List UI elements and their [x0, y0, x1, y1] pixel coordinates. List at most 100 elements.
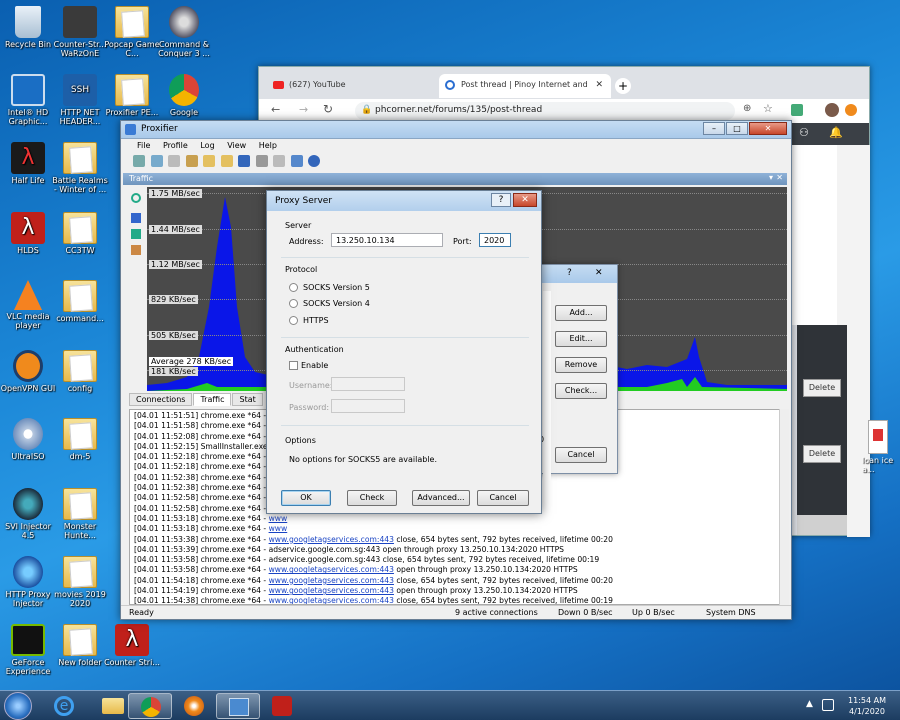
log-link[interactable]: www.googletagservices.com:443 — [269, 586, 394, 595]
extension-icon[interactable] — [791, 104, 803, 116]
desktop-icon-movies[interactable]: movies 2019 2020 — [52, 556, 108, 608]
update-icon[interactable] — [845, 104, 857, 116]
close-tab-icon[interactable]: ✕ — [595, 80, 603, 90]
panel-close-icon[interactable]: ✕ — [776, 173, 783, 182]
desktop-icon-vlc[interactable]: VLC media player — [0, 280, 56, 330]
check-proxy-button[interactable]: Check... — [555, 383, 607, 399]
tab-youtube[interactable]: (627) YouTube — [267, 74, 439, 98]
taskbar-media[interactable] — [172, 693, 216, 719]
log-scrollbar[interactable] — [779, 409, 789, 605]
graph-series-icon[interactable] — [131, 229, 141, 239]
graph-settings-icon[interactable] — [131, 213, 141, 223]
desktop-icon-intel[interactable]: Intel® HD Graphic... — [0, 74, 56, 126]
reload-icon[interactable]: ↻ — [323, 102, 333, 116]
taskbar-acrobat[interactable] — [260, 693, 304, 719]
graph-scale-icon[interactable] — [131, 245, 141, 255]
tab-post-thread[interactable]: Post thread | Pinoy Internet and ✕ — [439, 74, 611, 98]
cancel-button[interactable]: Cancel — [555, 447, 607, 463]
desktop-icon-geforce[interactable]: GeForce Experience — [0, 624, 56, 676]
desktop-icon-half-life[interactable]: λ Half Life — [0, 142, 56, 185]
start-button[interactable] — [4, 692, 32, 720]
enable-auth-checkbox[interactable] — [289, 361, 298, 370]
maximize-button[interactable]: □ — [726, 122, 748, 135]
zoom-icon[interactable]: ⊕ — [743, 103, 751, 114]
desktop-icon-config[interactable]: config — [52, 350, 108, 393]
cancel-button[interactable]: Cancel — [477, 490, 529, 506]
delete-button[interactable]: Delete — [803, 379, 841, 397]
log-link[interactable]: www.googletagservices.com:443 — [269, 535, 394, 544]
remove-proxy-button[interactable]: Remove — [555, 357, 607, 373]
bookmark-star-icon[interactable]: ☆ — [763, 102, 773, 115]
proxy-servers-icon[interactable] — [185, 155, 198, 167]
help-button[interactable]: ? — [491, 193, 511, 207]
address-input[interactable]: 13.250.10.134 — [331, 233, 443, 247]
desktop-icon-http-proxy-injector[interactable]: HTTP Proxy Injector — [0, 556, 56, 608]
help-icon[interactable] — [308, 155, 321, 167]
username-input[interactable] — [331, 377, 405, 391]
profile-avatar-icon[interactable] — [825, 103, 839, 117]
desktop-icon-http-net-header[interactable]: SSH HTTP NET HEADER... — [52, 74, 108, 126]
password-input[interactable] — [331, 399, 405, 413]
traffic-tool-icon[interactable] — [150, 155, 163, 167]
print-icon[interactable] — [273, 155, 286, 167]
desktop-icon-ultraiso[interactable]: UltraISO — [0, 418, 56, 461]
desktop-icon-command-conquer[interactable]: Command & Conquer 3 ... — [156, 6, 212, 58]
desktop-icon-popcap[interactable]: Popcap Game C... — [104, 6, 160, 58]
desktop-icon-cc3tw[interactable]: CC3TW — [52, 212, 108, 255]
advanced-button[interactable]: Advanced... — [412, 490, 470, 506]
delete-button[interactable]: Delete — [803, 445, 841, 463]
log-link[interactable]: www.googletagservices.com:443 — [269, 565, 394, 574]
desktop-icon-new-folder[interactable]: New folder — [52, 624, 108, 667]
desktop-icon-openvpn[interactable]: OpenVPN GUI — [0, 350, 56, 393]
taskbar-chrome[interactable] — [128, 693, 172, 719]
menu-help[interactable]: Help — [259, 141, 277, 150]
tab-traffic[interactable]: Traffic — [193, 393, 232, 406]
back-arrow-icon[interactable]: ← — [271, 103, 280, 116]
clear-log-icon[interactable] — [290, 155, 303, 167]
desktop-icon-recycle-bin[interactable]: Recycle Bin — [0, 6, 56, 49]
log-link[interactable]: www — [269, 524, 288, 533]
tab-connections[interactable]: Connections — [129, 393, 193, 406]
minimize-button[interactable]: – — [703, 122, 725, 135]
desktop-icon-monster-hunter[interactable]: Monster Hunte... — [52, 488, 108, 540]
close-button[interactable]: ✕ — [749, 122, 787, 135]
save-profile-icon[interactable] — [220, 155, 233, 167]
panel-dropdown-icon[interactable]: ▾ — [769, 173, 773, 182]
socks5-radio[interactable] — [289, 283, 298, 292]
refresh-graph-icon[interactable] — [131, 193, 141, 203]
desktop-icon-proxifier[interactable]: Proxifier PE... — [104, 74, 160, 117]
settings-icon[interactable] — [255, 155, 268, 167]
ok-button[interactable]: OK — [281, 490, 331, 506]
system-clock[interactable]: 11:54 AM 4/1/2020 — [848, 695, 886, 717]
scrollbar[interactable] — [837, 145, 847, 325]
check-button[interactable]: Check — [347, 490, 397, 506]
close-icon[interactable]: ✕ — [595, 268, 603, 278]
address-bar[interactable]: 🔒 phcorner.net/forums/135/post-thread — [355, 102, 735, 120]
tray-arrow-icon[interactable]: ▲ — [806, 699, 813, 709]
network-icon[interactable] — [822, 699, 834, 711]
menu-view[interactable]: View — [227, 141, 246, 150]
new-tab-icon[interactable]: + — [615, 78, 631, 94]
forward-arrow-icon[interactable]: → — [299, 103, 308, 116]
desktop-icon-command[interactable]: command... — [52, 280, 108, 323]
port-input[interactable]: 2020 — [479, 233, 511, 247]
bell-icon[interactable]: 🔔 — [829, 126, 843, 139]
connections-tool-icon[interactable] — [133, 155, 145, 167]
desktop-icon-counter-strike-2[interactable]: λ Counter Stri... — [104, 624, 160, 667]
menu-profile[interactable]: Profile — [163, 141, 188, 150]
edit-proxy-button[interactable]: Edit... — [555, 331, 607, 347]
log-link[interactable]: www.googletagservices.com:443 — [269, 596, 394, 604]
log-link[interactable]: www — [269, 514, 288, 523]
desktop-icon-battle-realms[interactable]: Battle Realms - Winter of ... — [52, 142, 108, 194]
menu-file[interactable]: File — [137, 141, 150, 150]
rules-icon[interactable] — [238, 155, 251, 167]
help-icon[interactable]: ? — [567, 268, 572, 278]
desktop-icon-hlds[interactable]: λ HLDS — [0, 212, 56, 255]
close-button[interactable]: ✕ — [513, 193, 537, 207]
socks4-radio[interactable] — [289, 299, 298, 308]
taskbar-ie[interactable]: e — [42, 693, 86, 719]
desktop-icon-google-chrome[interactable]: Google — [156, 74, 212, 117]
tab-statistics[interactable]: Stat — [232, 393, 263, 406]
log-link[interactable]: www.googletagservices.com:443 — [269, 576, 394, 585]
desktop-icon-counter-strike[interactable]: Counter-Str... WaRzOnE — [52, 6, 108, 58]
